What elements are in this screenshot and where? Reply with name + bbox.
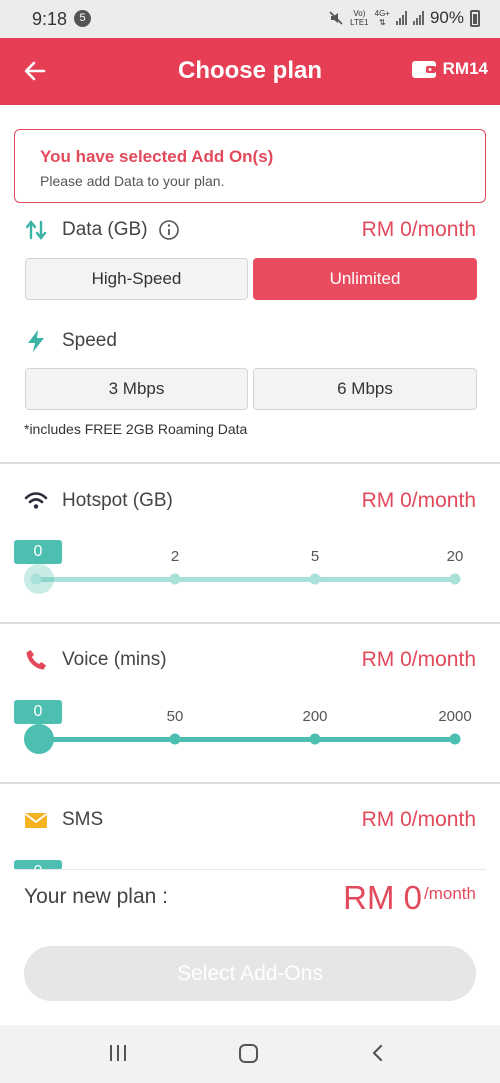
voice-tick-dot (169, 733, 181, 745)
status-time: 9:18 (32, 9, 68, 29)
signal-2-icon (412, 11, 424, 25)
roaming-note: *includes FREE 2GB Roaming Data (24, 421, 248, 437)
selection-alert: You have selected Add On(s) Please add D… (14, 129, 486, 203)
speed-label: Speed (62, 330, 117, 351)
new-plan-unit: /month (424, 884, 476, 903)
battery-icon (470, 9, 480, 27)
data-option-unlimited[interactable]: Unlimited (253, 258, 477, 300)
voice-value-badge: 0 (14, 700, 62, 724)
notification-count-badge: 5 (74, 10, 91, 27)
wallet-amount: RM14 (442, 59, 488, 78)
sms-section-header: SMS RM 0/month (24, 805, 476, 835)
voice-tick-label: 2000 (438, 708, 472, 725)
voice-section-header: Voice (mins) RM 0/month (24, 645, 476, 675)
phone-icon (26, 650, 46, 670)
voice-price: RM 0/month (361, 648, 476, 671)
wallet-balance[interactable]: RM14 (411, 58, 488, 80)
battery-percent: 90% (429, 8, 464, 27)
new-plan-price: RM 0 /month (343, 879, 476, 917)
voice-track (36, 737, 456, 742)
wifi-icon (24, 492, 48, 509)
speed-option-3mbps[interactable]: 3 Mbps (25, 368, 248, 410)
hotspot-tick-dot (309, 573, 321, 585)
info-icon[interactable] (158, 219, 180, 241)
hotspot-tick-dot (169, 573, 181, 585)
speed-option-6mbps[interactable]: 6 Mbps (253, 368, 477, 410)
hotspot-label: Hotspot (GB) (62, 490, 173, 511)
envelope-icon (24, 813, 48, 828)
signal-icon (395, 11, 407, 25)
data-price: RM 0/month (361, 218, 476, 241)
hotspot-track (36, 577, 456, 582)
speed-section-header: Speed (24, 326, 476, 356)
voice-tick-dot (449, 733, 461, 745)
wallet-icon (411, 61, 436, 78)
network-type-indicator: 4G+ ⇅ (374, 9, 390, 27)
hotspot-slider[interactable]: 0 2 5 20 (14, 540, 474, 610)
voice-tick-label: 50 (166, 708, 184, 725)
status-bar: 9:18 5 Vo) LTE1 4G+ ⇅ 90% (0, 0, 500, 38)
data-option-high-speed[interactable]: High-Speed (25, 258, 248, 300)
sms-label: SMS (62, 809, 104, 830)
hotspot-price: RM 0/month (361, 489, 476, 512)
section-divider (0, 462, 500, 464)
hotspot-tick-label: 20 (446, 548, 464, 565)
voice-tick-dot (309, 733, 321, 745)
hotspot-tick-dot (449, 573, 461, 585)
recent-apps-icon[interactable] (110, 1045, 126, 1061)
voice-label: Voice (mins) (62, 649, 167, 670)
home-icon[interactable] (239, 1044, 258, 1063)
section-divider (0, 622, 500, 624)
status-icons: Vo) LTE1 4G+ ⇅ 90% (328, 8, 480, 28)
volte-indicator: Vo) LTE1 (350, 9, 369, 27)
new-plan-label: Your new plan : (24, 885, 168, 908)
plan-summary: Your new plan : RM 0 /month Select Add-O… (0, 869, 500, 1025)
hotspot-section-header: Hotspot (GB) RM 0/month (24, 486, 476, 516)
voice-slider[interactable]: 0 50 200 2000 (14, 700, 474, 770)
hotspot-tick-label: 2 (170, 548, 180, 565)
lightning-icon (28, 330, 44, 352)
hotspot-tick-label: 5 (310, 548, 320, 565)
data-transfer-icon (25, 220, 47, 240)
alert-title: You have selected Add On(s) (40, 147, 274, 166)
sms-price: RM 0/month (361, 808, 476, 831)
new-plan-amount: RM 0 (343, 879, 423, 916)
hotspot-value-badge: 0 (14, 540, 62, 564)
summary-divider (14, 869, 486, 870)
nav-back-icon[interactable] (368, 1043, 388, 1063)
app-bar: Choose plan RM14 (0, 38, 500, 105)
data-label: Data (GB) (62, 219, 148, 240)
voice-tick-label: 200 (302, 708, 328, 725)
select-add-ons-button[interactable]: Select Add-Ons (24, 946, 476, 1001)
hotspot-thumb-dot (30, 573, 42, 585)
voice-slider-thumb[interactable] (24, 724, 54, 754)
data-section-header: Data (GB) RM 0/month (24, 215, 476, 245)
section-divider (0, 782, 500, 784)
mute-icon (329, 11, 343, 25)
alert-subtitle: Please add Data to your plan. (40, 173, 225, 189)
system-nav-bar (0, 1025, 500, 1083)
